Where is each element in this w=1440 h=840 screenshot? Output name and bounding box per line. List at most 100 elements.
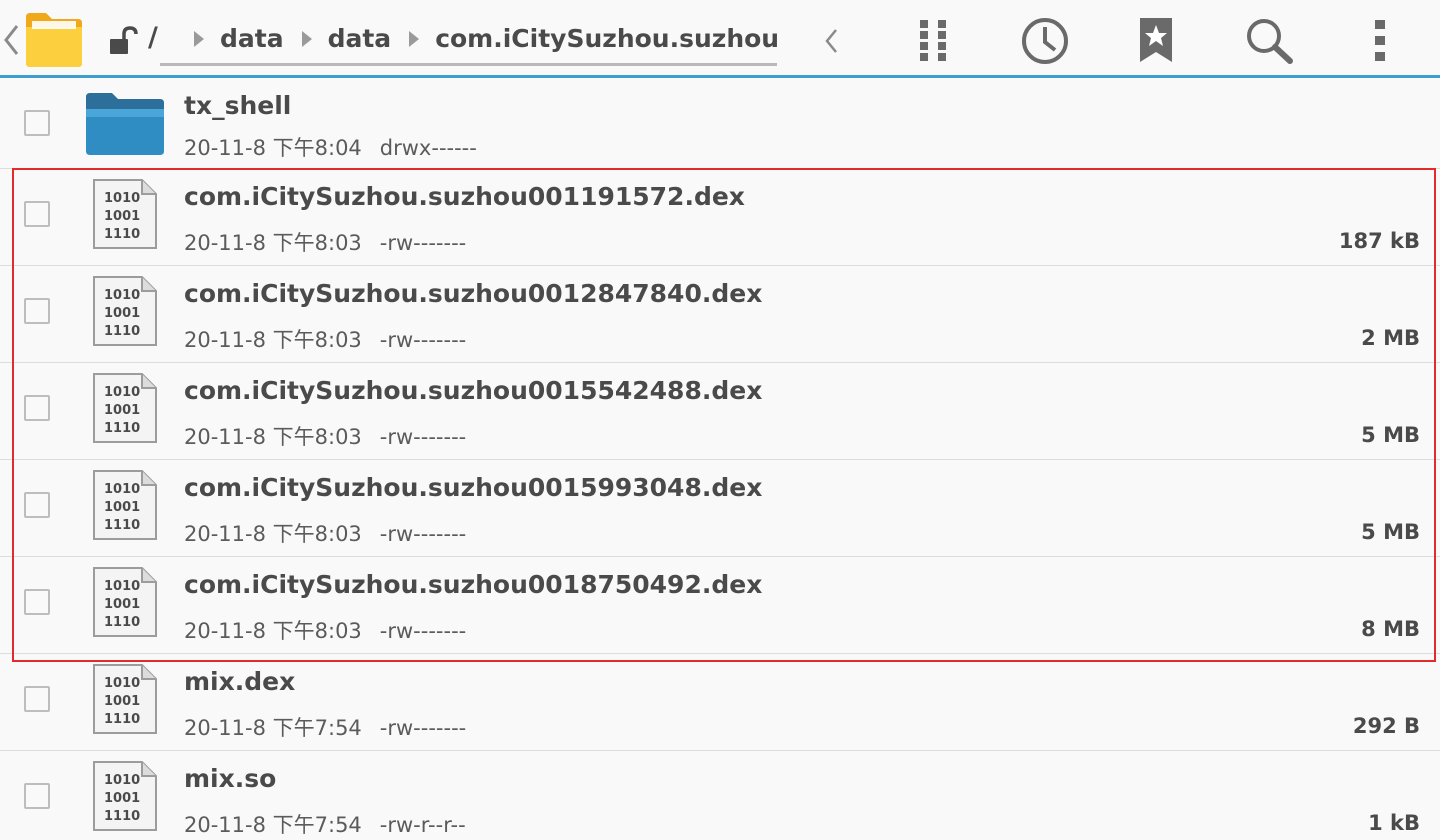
binary-icon-line: 1010	[104, 385, 140, 400]
list-item[interactable]: 1010 1001 1110 com.iCitySuzhou.suzhou001875…	[0, 557, 1440, 654]
binary-icon-line: 1110	[104, 324, 140, 339]
binary-file-icon: 1010 1001 1110	[90, 663, 160, 735]
list-item[interactable]: tx_shell 20-11-8 下午8:04 drwx------	[0, 78, 1440, 169]
list-item[interactable]: 1010 1001 1110 com.iCitySuzhou.suzhou001554…	[0, 363, 1440, 460]
file-name: com.iCitySuzhou.suzhou0015993048.dex	[184, 473, 763, 502]
binary-icon-line: 1010	[104, 773, 140, 788]
file-name: mix.dex	[184, 667, 296, 696]
file-permissions: -rw-------	[379, 231, 467, 255]
file-permissions: drwx------	[379, 136, 477, 160]
file-size: 187 kB	[1338, 229, 1420, 253]
breadcrumb: data data com.iCitySuzhou.suzhou001	[160, 14, 777, 66]
binary-icon-line: 1001	[104, 597, 140, 612]
binary-icon-line: 1110	[104, 518, 140, 533]
breadcrumb-item-current[interactable]: com.iCitySuzhou.suzhou001	[435, 24, 777, 53]
back-chevron-icon[interactable]	[2, 22, 22, 58]
binary-icon-line: 1010	[104, 191, 140, 206]
unlock-icon[interactable]	[108, 26, 140, 56]
file-name: com.iCitySuzhou.suzhou0015542488.dex	[184, 376, 763, 405]
file-date: 20-11-8 下午8:04	[184, 136, 362, 160]
binary-icon-line: 1001	[104, 500, 140, 515]
file-size: 1 kB	[1368, 811, 1420, 835]
select-checkbox[interactable]	[24, 110, 50, 136]
file-permissions: -rw-------	[379, 716, 467, 740]
file-meta: 20-11-8 下午8:03 -rw-------	[184, 518, 466, 548]
bookmark-star-icon[interactable]	[1134, 16, 1178, 64]
select-checkbox[interactable]	[24, 686, 50, 712]
file-name: com.iCitySuzhou.suzhou0012847840.dex	[184, 279, 763, 308]
list-item[interactable]: 1010 1001 1110 com.iCitySuzhou.suzhou001191…	[0, 169, 1440, 266]
more-vertical-icon[interactable]	[1362, 16, 1398, 64]
file-meta: 20-11-8 下午8:03 -rw-------	[184, 227, 466, 257]
file-meta: 20-11-8 下午8:03 -rw-------	[184, 324, 466, 354]
list-item[interactable]: 1010 1001 1110 com.iCitySuzhou.suzhou001599…	[0, 460, 1440, 557]
breadcrumb-item[interactable]: data	[220, 24, 284, 53]
file-meta: 20-11-8 下午7:54 -rw-r--r--	[184, 809, 466, 839]
binary-file-icon: 1010 1001 1110	[90, 178, 160, 250]
file-date: 20-11-8 下午7:54	[184, 716, 362, 740]
binary-file-icon: 1010 1001 1110	[90, 275, 160, 347]
file-name: mix.so	[184, 764, 277, 793]
list-item[interactable]: 1010 1001 1110 mix.so 20-11-8 下午7:54 -rw-r--r…	[0, 751, 1440, 840]
file-name: com.iCitySuzhou.suzhou0018750492.dex	[184, 570, 763, 599]
select-checkbox[interactable]	[24, 298, 50, 324]
binary-icon-line: 1110	[104, 227, 140, 242]
folder-icon	[84, 91, 166, 157]
binary-icon-line: 1110	[104, 421, 140, 436]
breadcrumb-item[interactable]: data	[328, 24, 392, 53]
file-size: 5 MB	[1361, 520, 1420, 544]
select-checkbox[interactable]	[24, 492, 50, 518]
file-size: 2 MB	[1361, 326, 1420, 350]
binary-file-icon: 1010 1001 1110	[90, 566, 160, 638]
file-date: 20-11-8 下午8:03	[184, 619, 362, 643]
binary-icon-line: 1001	[104, 403, 140, 418]
search-icon[interactable]	[1242, 16, 1296, 66]
action-bar: / data data com.iCitySuzhou.suzhou001	[0, 0, 1440, 78]
binary-icon-line: 1010	[104, 288, 140, 303]
binary-icon-line: 1110	[104, 809, 140, 824]
file-permissions: -rw-------	[379, 619, 467, 643]
breadcrumb-root[interactable]: /	[148, 22, 158, 53]
clock-icon[interactable]	[1018, 16, 1072, 66]
chevron-right-icon	[194, 30, 204, 47]
file-size: 5 MB	[1361, 423, 1420, 447]
select-checkbox[interactable]	[24, 201, 50, 227]
file-name: com.iCitySuzhou.suzhou001191572.dex	[184, 182, 745, 211]
binary-icon-line: 1010	[104, 579, 140, 594]
file-size: 292 B	[1352, 714, 1420, 738]
binary-file-icon: 1010 1001 1110	[90, 372, 160, 444]
file-meta: 20-11-8 下午8:03 -rw-------	[184, 615, 466, 645]
file-meta: 20-11-8 下午8:03 -rw-------	[184, 421, 466, 451]
binary-file-icon: 1010 1001 1110	[90, 760, 160, 832]
file-permissions: -rw-------	[379, 522, 467, 546]
binary-icon-line: 1001	[104, 209, 140, 224]
folder-app-icon[interactable]	[22, 7, 86, 71]
file-date: 20-11-8 下午7:54	[184, 813, 362, 837]
binary-icon-line: 1110	[104, 712, 140, 727]
binary-file-icon: 1010 1001 1110	[90, 469, 160, 541]
file-list: tx_shell 20-11-8 下午8:04 drwx------ 1010 10…	[0, 78, 1440, 840]
file-permissions: -rw-------	[379, 425, 467, 449]
file-meta: 20-11-8 下午8:04 drwx------	[184, 132, 477, 162]
chevron-left-icon[interactable]	[820, 26, 844, 56]
binary-icon-line: 1010	[104, 676, 140, 691]
chevron-right-icon	[409, 30, 420, 47]
list-item[interactable]: 1010 1001 1110 mix.dex 20-11-8 下午7:54 -rw----…	[0, 654, 1440, 751]
binary-icon-line: 1001	[104, 306, 140, 321]
binary-icon-line: 1110	[104, 615, 140, 630]
file-date: 20-11-8 下午8:03	[184, 328, 362, 352]
file-permissions: -rw-------	[379, 328, 467, 352]
list-item[interactable]: 1010 1001 1110 com.iCitySuzhou.suzhou001284…	[0, 266, 1440, 363]
select-checkbox[interactable]	[24, 783, 50, 809]
file-permissions: -rw-r--r--	[379, 813, 466, 837]
binary-icon-line: 1010	[104, 482, 140, 497]
select-checkbox[interactable]	[24, 395, 50, 421]
file-date: 20-11-8 下午8:03	[184, 231, 362, 255]
chevron-right-icon	[301, 30, 312, 47]
file-date: 20-11-8 下午8:03	[184, 522, 362, 546]
select-checkbox[interactable]	[24, 589, 50, 615]
grid-view-icon[interactable]	[912, 18, 956, 62]
binary-icon-line: 1001	[104, 694, 140, 709]
file-name: tx_shell	[184, 91, 292, 120]
file-meta: 20-11-8 下午7:54 -rw-------	[184, 712, 466, 742]
